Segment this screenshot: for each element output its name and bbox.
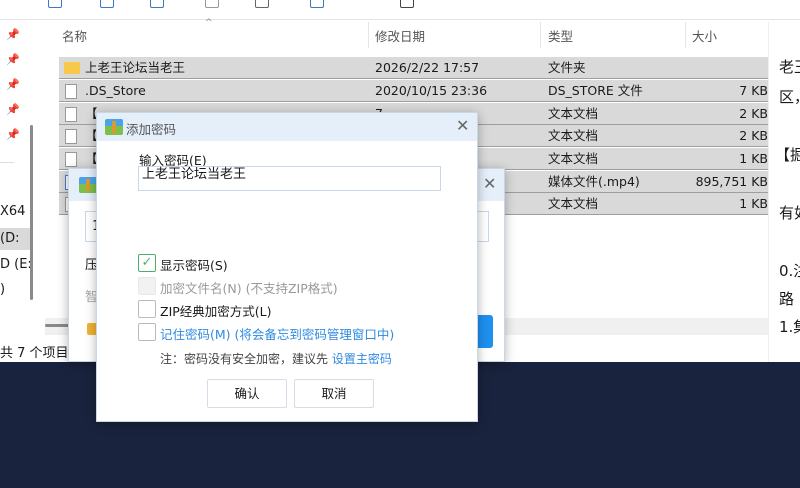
note-text: 注：密码没有安全加密，建议先 bbox=[160, 352, 329, 366]
preview-text: 【掘 bbox=[775, 146, 800, 164]
file-date: 2020/10/15 23:36 bbox=[375, 83, 488, 98]
dialog-titlebar: 添加密码 ✕ bbox=[97, 113, 477, 141]
file-size: 1 KB bbox=[739, 196, 768, 211]
column-header-type[interactable]: 类型 bbox=[548, 27, 573, 47]
copy-icon[interactable] bbox=[48, 0, 62, 8]
preview-text: 0.注 bbox=[779, 262, 800, 280]
security-note: 注：密码没有安全加密，建议先 设置主密码 bbox=[160, 350, 392, 367]
preview-text: 有如 bbox=[779, 204, 800, 222]
file-date: 2026/2/22 17:57 bbox=[375, 60, 480, 75]
close-icon[interactable]: ✕ bbox=[483, 174, 496, 193]
file-size: 895,751 KB bbox=[695, 174, 768, 189]
sort-icon[interactable] bbox=[310, 0, 324, 8]
file-size: 2 KB bbox=[739, 128, 768, 143]
preview-text: 区， bbox=[779, 88, 800, 106]
file-type: 媒体文件(.mp4) bbox=[548, 174, 640, 189]
rename-icon[interactable] bbox=[205, 0, 219, 8]
pin-icon[interactable]: 📌 bbox=[6, 29, 20, 41]
close-icon[interactable]: ✕ bbox=[456, 116, 469, 135]
file-type: 文本文档 bbox=[548, 128, 599, 143]
column-separator[interactable] bbox=[368, 22, 369, 48]
file-type: 文本文档 bbox=[548, 196, 599, 211]
column-header-size[interactable]: 大小 bbox=[692, 27, 717, 47]
dialog-title: 添加密码 bbox=[126, 122, 177, 137]
file-type: 文件夹 bbox=[548, 60, 586, 75]
pin-icon[interactable]: 📌 bbox=[6, 129, 20, 141]
file-size: 7 KB bbox=[739, 83, 768, 98]
file-type: DS_STORE 文件 bbox=[548, 83, 643, 98]
cancel-button[interactable]: 取消 bbox=[294, 379, 374, 408]
set-master-password-link[interactable]: 设置主密码 bbox=[332, 352, 392, 366]
column-header-date[interactable]: 修改日期 bbox=[375, 27, 425, 47]
toolbar bbox=[0, 0, 800, 20]
pin-icon[interactable]: 📌 bbox=[6, 79, 20, 91]
file-size: 1 KB bbox=[739, 151, 768, 166]
delete-icon[interactable] bbox=[255, 0, 269, 8]
paste-icon[interactable] bbox=[100, 0, 114, 8]
encrypt-filename-label: 加密文件名(N) (不支持ZIP格式) bbox=[160, 281, 338, 296]
status-item-count: 共 7 个项目 bbox=[0, 346, 69, 361]
zip-app-icon bbox=[79, 177, 97, 193]
nav-drive-selected[interactable]: (D: bbox=[0, 228, 30, 250]
password-input[interactable]: 上老王论坛当老王 bbox=[138, 166, 441, 191]
file-type: 文本文档 bbox=[548, 151, 599, 166]
remember-password-label[interactable]: 记住密码(M) (将会备忘到密码管理窗口中) bbox=[160, 324, 394, 343]
file-name: .DS_Store bbox=[85, 83, 146, 98]
confirm-button[interactable]: 确认 bbox=[207, 379, 287, 408]
add-password-dialog: 添加密码 ✕ 输入密码(E) 上老王论坛当老王 ✓ 显示密码(S) 加密文件名(… bbox=[96, 112, 478, 422]
preview-text: 路 bbox=[779, 290, 795, 308]
pin-icon[interactable]: 📌 bbox=[6, 104, 20, 116]
share-icon[interactable] bbox=[150, 0, 164, 8]
column-separator[interactable] bbox=[685, 22, 686, 48]
pin-icon[interactable]: 📌 bbox=[6, 54, 20, 66]
zip-app-icon bbox=[105, 119, 123, 135]
nav-drive[interactable]: D (E: bbox=[0, 254, 34, 276]
nav-drive[interactable]: ) bbox=[0, 279, 34, 301]
check-icon: ✓ bbox=[141, 255, 153, 270]
preview-text: 老王 bbox=[779, 58, 800, 76]
nav-scrollbar[interactable] bbox=[30, 125, 33, 300]
file-icon bbox=[65, 152, 77, 167]
zip-classic-label[interactable]: ZIP经典加密方式(L) bbox=[160, 301, 272, 320]
file-icon bbox=[65, 84, 77, 99]
show-password-label[interactable]: 显示密码(S) bbox=[160, 255, 228, 274]
nav-divider bbox=[0, 162, 14, 163]
file-icon bbox=[65, 107, 77, 122]
file-row[interactable]: 上老王论坛当老王 2026/2/22 17:57 文件夹 bbox=[59, 57, 768, 79]
encrypt-filename-checkbox bbox=[138, 277, 156, 295]
preview-text: 1.集 bbox=[779, 318, 800, 336]
view-icon[interactable] bbox=[400, 0, 414, 8]
zip-classic-checkbox[interactable] bbox=[138, 300, 156, 318]
file-type: 文本文档 bbox=[548, 106, 599, 121]
file-row[interactable]: .DS_Store 2020/10/15 23:36 DS_STORE 文件 7 KB bbox=[59, 80, 768, 102]
file-icon bbox=[65, 129, 77, 144]
sort-up-icon: ^ bbox=[205, 18, 213, 28]
nav-drive[interactable]: X64 bbox=[0, 201, 34, 223]
folder-icon bbox=[64, 62, 80, 74]
column-separator[interactable] bbox=[540, 22, 541, 48]
show-password-checkbox[interactable]: ✓ bbox=[138, 254, 156, 272]
file-name: 上老王论坛当老王 bbox=[85, 60, 186, 75]
file-size: 2 KB bbox=[739, 106, 768, 121]
preview-panel: 老王 区， 【掘 有如 0.注 路 1.集 bbox=[768, 22, 800, 362]
column-header-name[interactable]: 名称 bbox=[62, 27, 87, 47]
remember-password-checkbox[interactable] bbox=[138, 323, 156, 341]
